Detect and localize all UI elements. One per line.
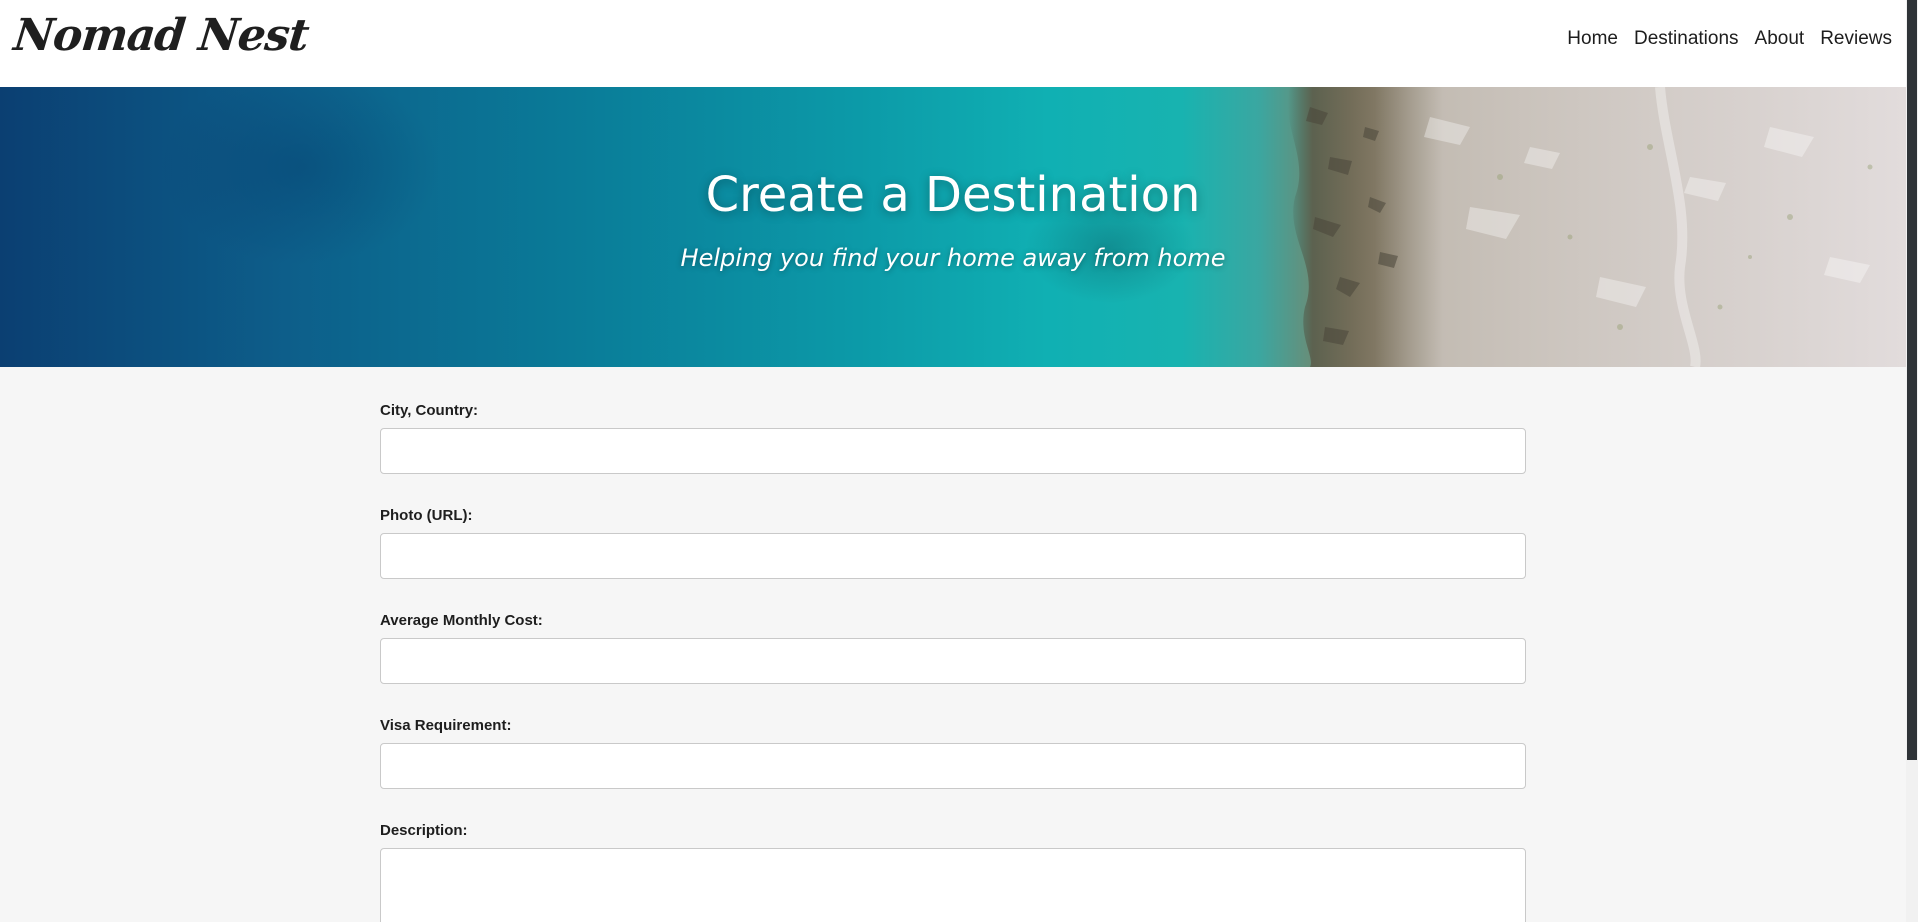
city-country-field: City, Country: [380, 402, 1526, 474]
description-label: Description: [380, 822, 468, 839]
visa-requirement-field: Visa Requirement: [380, 717, 1526, 789]
scrollbar-thumb[interactable] [1907, 0, 1917, 760]
page-subtitle: Helping you find your home away from hom… [680, 244, 1226, 272]
site-logo[interactable]: Nomad Nest [11, 8, 311, 64]
photo-url-input[interactable] [380, 533, 1526, 579]
average-monthly-cost-input[interactable] [380, 638, 1526, 684]
nav-link-home[interactable]: Home [1567, 28, 1618, 50]
visa-requirement-label: Visa Requirement: [380, 717, 512, 734]
description-field: Description: [380, 822, 1526, 922]
nav-link-destinations[interactable]: Destinations [1634, 28, 1739, 50]
city-country-input[interactable] [380, 428, 1526, 474]
create-destination-form: City, Country: Photo (URL): Average Mont… [380, 367, 1526, 922]
page: Nomad Nest Home Destinations About Revie… [0, 0, 1906, 922]
hero-background-image [1287, 87, 1906, 367]
description-textarea[interactable] [380, 848, 1526, 922]
nav-links: Home Destinations About Reviews [1567, 28, 1892, 50]
nav-link-about[interactable]: About [1755, 28, 1805, 50]
photo-url-label: Photo (URL): [380, 507, 473, 524]
navbar: Nomad Nest Home Destinations About Revie… [0, 0, 1906, 87]
city-country-label: City, Country: [380, 402, 479, 419]
photo-url-field: Photo (URL): [380, 507, 1526, 579]
average-monthly-cost-field: Average Monthly Cost: [380, 612, 1526, 684]
scrollbar-track[interactable] [1906, 0, 1918, 922]
nav-link-reviews[interactable]: Reviews [1820, 28, 1892, 50]
page-title: Create a Destination [705, 167, 1201, 223]
average-monthly-cost-label: Average Monthly Cost: [380, 612, 543, 629]
hero-banner: Create a Destination Helping you find yo… [0, 87, 1906, 367]
visa-requirement-input[interactable] [380, 743, 1526, 789]
